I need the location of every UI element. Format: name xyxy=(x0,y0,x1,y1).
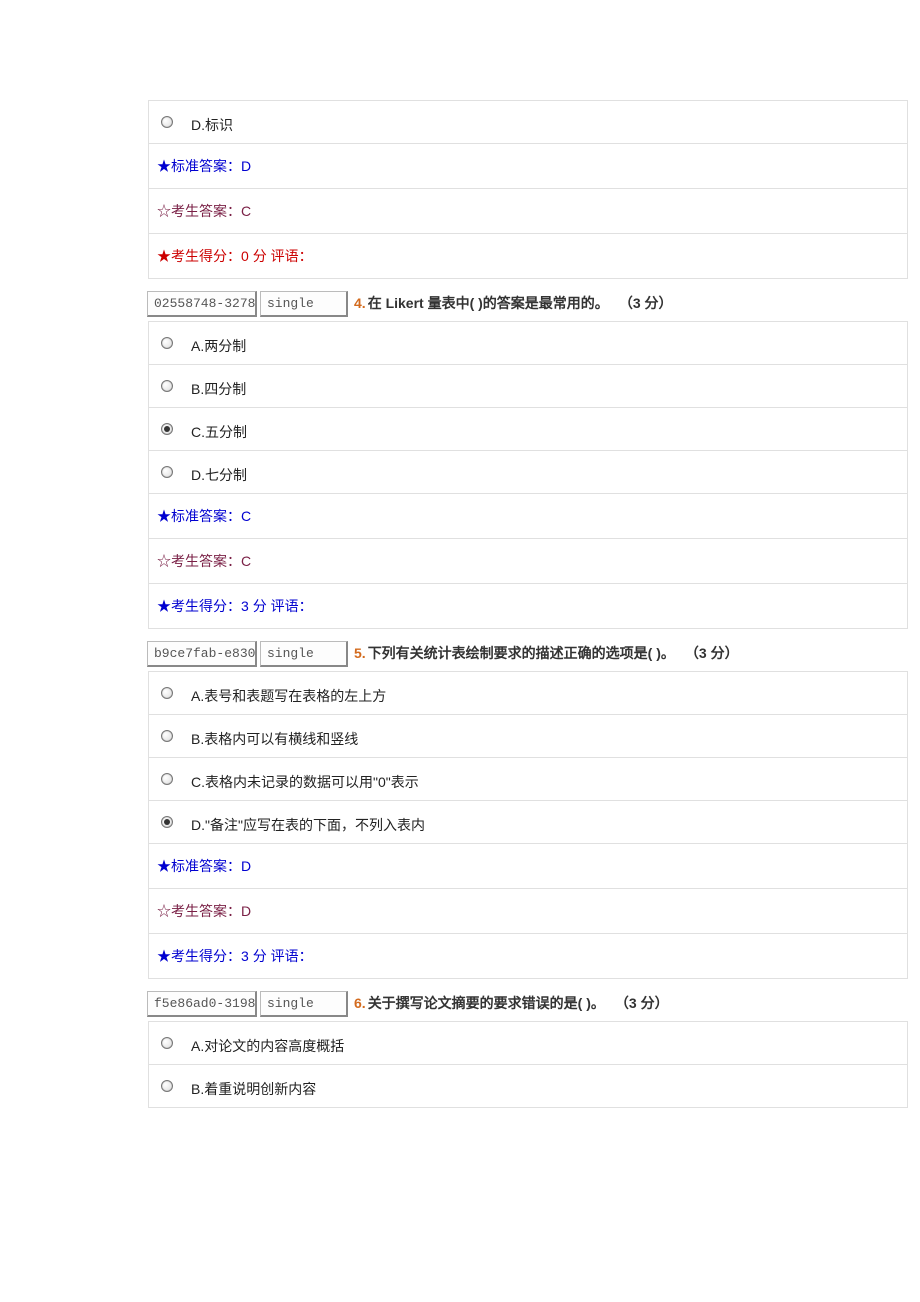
std-value: D xyxy=(241,158,251,174)
question-points: （3 分） xyxy=(619,293,673,315)
question-points: （3 分） xyxy=(685,643,739,665)
question-type-box: single xyxy=(260,641,348,667)
option-row-d[interactable]: D."备注"应写在表的下面，不列入表内 xyxy=(148,800,908,843)
option-text: C.表格内未记录的数据可以用"0"表示 xyxy=(191,766,419,792)
student-answer-row: ☆考生答案：C xyxy=(148,538,908,583)
question-title-line: 5. 下列有关统计表绘制要求的描述正确的选项是( )。 （3 分） xyxy=(348,643,739,667)
student-answer-row: ☆考生答案：D xyxy=(148,888,908,933)
option-text: D.七分制 xyxy=(191,459,247,485)
option-row-c[interactable]: C.表格内未记录的数据可以用"0"表示 xyxy=(148,757,908,800)
stu-value: D xyxy=(241,903,251,919)
question-number: 5. xyxy=(354,645,366,663)
stu-value: C xyxy=(241,553,251,569)
radio-icon[interactable] xyxy=(161,816,173,828)
comment-label: 评语： xyxy=(267,598,313,614)
score-label: ★考生得分： xyxy=(157,598,241,614)
question-type-box: single xyxy=(260,291,348,317)
score-unit: 分 xyxy=(253,598,267,614)
score-unit: 分 xyxy=(253,248,267,264)
question-points: （3 分） xyxy=(615,993,669,1015)
option-row-a[interactable]: A.对论文的内容高度概括 xyxy=(148,1021,908,1064)
standard-answer-row: ★标准答案：C xyxy=(148,493,908,538)
radio-icon[interactable] xyxy=(161,116,173,128)
option-row-d[interactable]: D.七分制 xyxy=(148,450,908,493)
score-value: 3 xyxy=(241,948,249,964)
option-row-c[interactable]: C.五分制 xyxy=(148,407,908,450)
option-text: A.表号和表题写在表格的左上方 xyxy=(191,680,386,706)
radio-icon[interactable] xyxy=(161,1037,173,1049)
standard-answer-row: ★标准答案：D xyxy=(148,843,908,888)
option-text: D.标识 xyxy=(191,109,233,135)
score-label: ★考生得分： xyxy=(157,248,241,264)
question-6-header: f5e86ad0-3198- single 6. 关于撰写论文摘要的要求错误的是… xyxy=(148,991,908,1017)
question-3-tail: D.标识 ★标准答案：D ☆考生答案：C ★考生得分：0 分 评语： xyxy=(148,100,908,279)
radio-icon[interactable] xyxy=(161,337,173,349)
std-label: ★标准答案： xyxy=(157,508,241,524)
question-4-header: 02558748-3278- single 4. 在 Likert 量表中( )… xyxy=(148,291,908,317)
question-5-block: A.表号和表题写在表格的左上方 B.表格内可以有横线和竖线 C.表格内未记录的数… xyxy=(148,671,908,979)
question-text: 下列有关统计表绘制要求的描述正确的选项是( )。 xyxy=(368,643,675,665)
stu-value: C xyxy=(241,203,251,219)
std-label: ★标准答案： xyxy=(157,158,241,174)
question-id-box: f5e86ad0-3198- xyxy=(147,991,257,1017)
score-label: ★考生得分： xyxy=(157,948,241,964)
question-5-header: b9ce7fab-e830- single 5. 下列有关统计表绘制要求的描述正… xyxy=(148,641,908,667)
std-value: C xyxy=(241,508,251,524)
option-row-a[interactable]: A.表号和表题写在表格的左上方 xyxy=(148,671,908,714)
score-unit: 分 xyxy=(253,948,267,964)
std-value: D xyxy=(241,858,251,874)
standard-answer-row: ★标准答案：D xyxy=(148,143,908,188)
comment-label: 评语： xyxy=(267,248,313,264)
option-row-b[interactable]: B.着重说明创新内容 xyxy=(148,1064,908,1108)
radio-icon[interactable] xyxy=(161,1080,173,1092)
question-number: 6. xyxy=(354,995,366,1013)
option-text: B.着重说明创新内容 xyxy=(191,1073,316,1099)
question-number: 4. xyxy=(354,295,366,313)
question-6-block: A.对论文的内容高度概括 B.着重说明创新内容 xyxy=(148,1021,908,1108)
option-text: B.表格内可以有横线和竖线 xyxy=(191,723,358,749)
option-row-d[interactable]: D.标识 xyxy=(148,100,908,143)
radio-icon[interactable] xyxy=(161,687,173,699)
option-row-b[interactable]: B.四分制 xyxy=(148,364,908,407)
question-text: 在 Likert 量表中( )的答案是最常用的。 xyxy=(368,293,609,315)
score-value: 0 xyxy=(241,248,249,264)
option-text: A.两分制 xyxy=(191,330,246,356)
radio-icon[interactable] xyxy=(161,773,173,785)
score-row: ★考生得分：0 分 评语： xyxy=(148,233,908,279)
question-text: 关于撰写论文摘要的要求错误的是( )。 xyxy=(368,993,605,1015)
radio-icon[interactable] xyxy=(161,423,173,435)
score-value: 3 xyxy=(241,598,249,614)
question-id-box: 02558748-3278- xyxy=(147,291,257,317)
question-title-line: 4. 在 Likert 量表中( )的答案是最常用的。 （3 分） xyxy=(348,293,673,317)
comment-label: 评语： xyxy=(267,948,313,964)
option-text: A.对论文的内容高度概括 xyxy=(191,1030,344,1056)
question-type-box: single xyxy=(260,991,348,1017)
score-row: ★考生得分：3 分 评语： xyxy=(148,583,908,629)
student-answer-row: ☆考生答案：C xyxy=(148,188,908,233)
radio-icon[interactable] xyxy=(161,466,173,478)
option-text: C.五分制 xyxy=(191,416,247,442)
option-row-b[interactable]: B.表格内可以有横线和竖线 xyxy=(148,714,908,757)
stu-label: ☆考生答案： xyxy=(157,553,241,569)
std-label: ★标准答案： xyxy=(157,858,241,874)
question-title-line: 6. 关于撰写论文摘要的要求错误的是( )。 （3 分） xyxy=(348,993,669,1017)
question-4-block: A.两分制 B.四分制 C.五分制 D.七分制 ★标准答案：C ☆考生答案：C … xyxy=(148,321,908,629)
option-text: B.四分制 xyxy=(191,373,246,399)
option-row-a[interactable]: A.两分制 xyxy=(148,321,908,364)
stu-label: ☆考生答案： xyxy=(157,903,241,919)
option-text: D."备注"应写在表的下面，不列入表内 xyxy=(191,809,425,835)
radio-icon[interactable] xyxy=(161,380,173,392)
radio-icon[interactable] xyxy=(161,730,173,742)
question-id-box: b9ce7fab-e830- xyxy=(147,641,257,667)
stu-label: ☆考生答案： xyxy=(157,203,241,219)
score-row: ★考生得分：3 分 评语： xyxy=(148,933,908,979)
